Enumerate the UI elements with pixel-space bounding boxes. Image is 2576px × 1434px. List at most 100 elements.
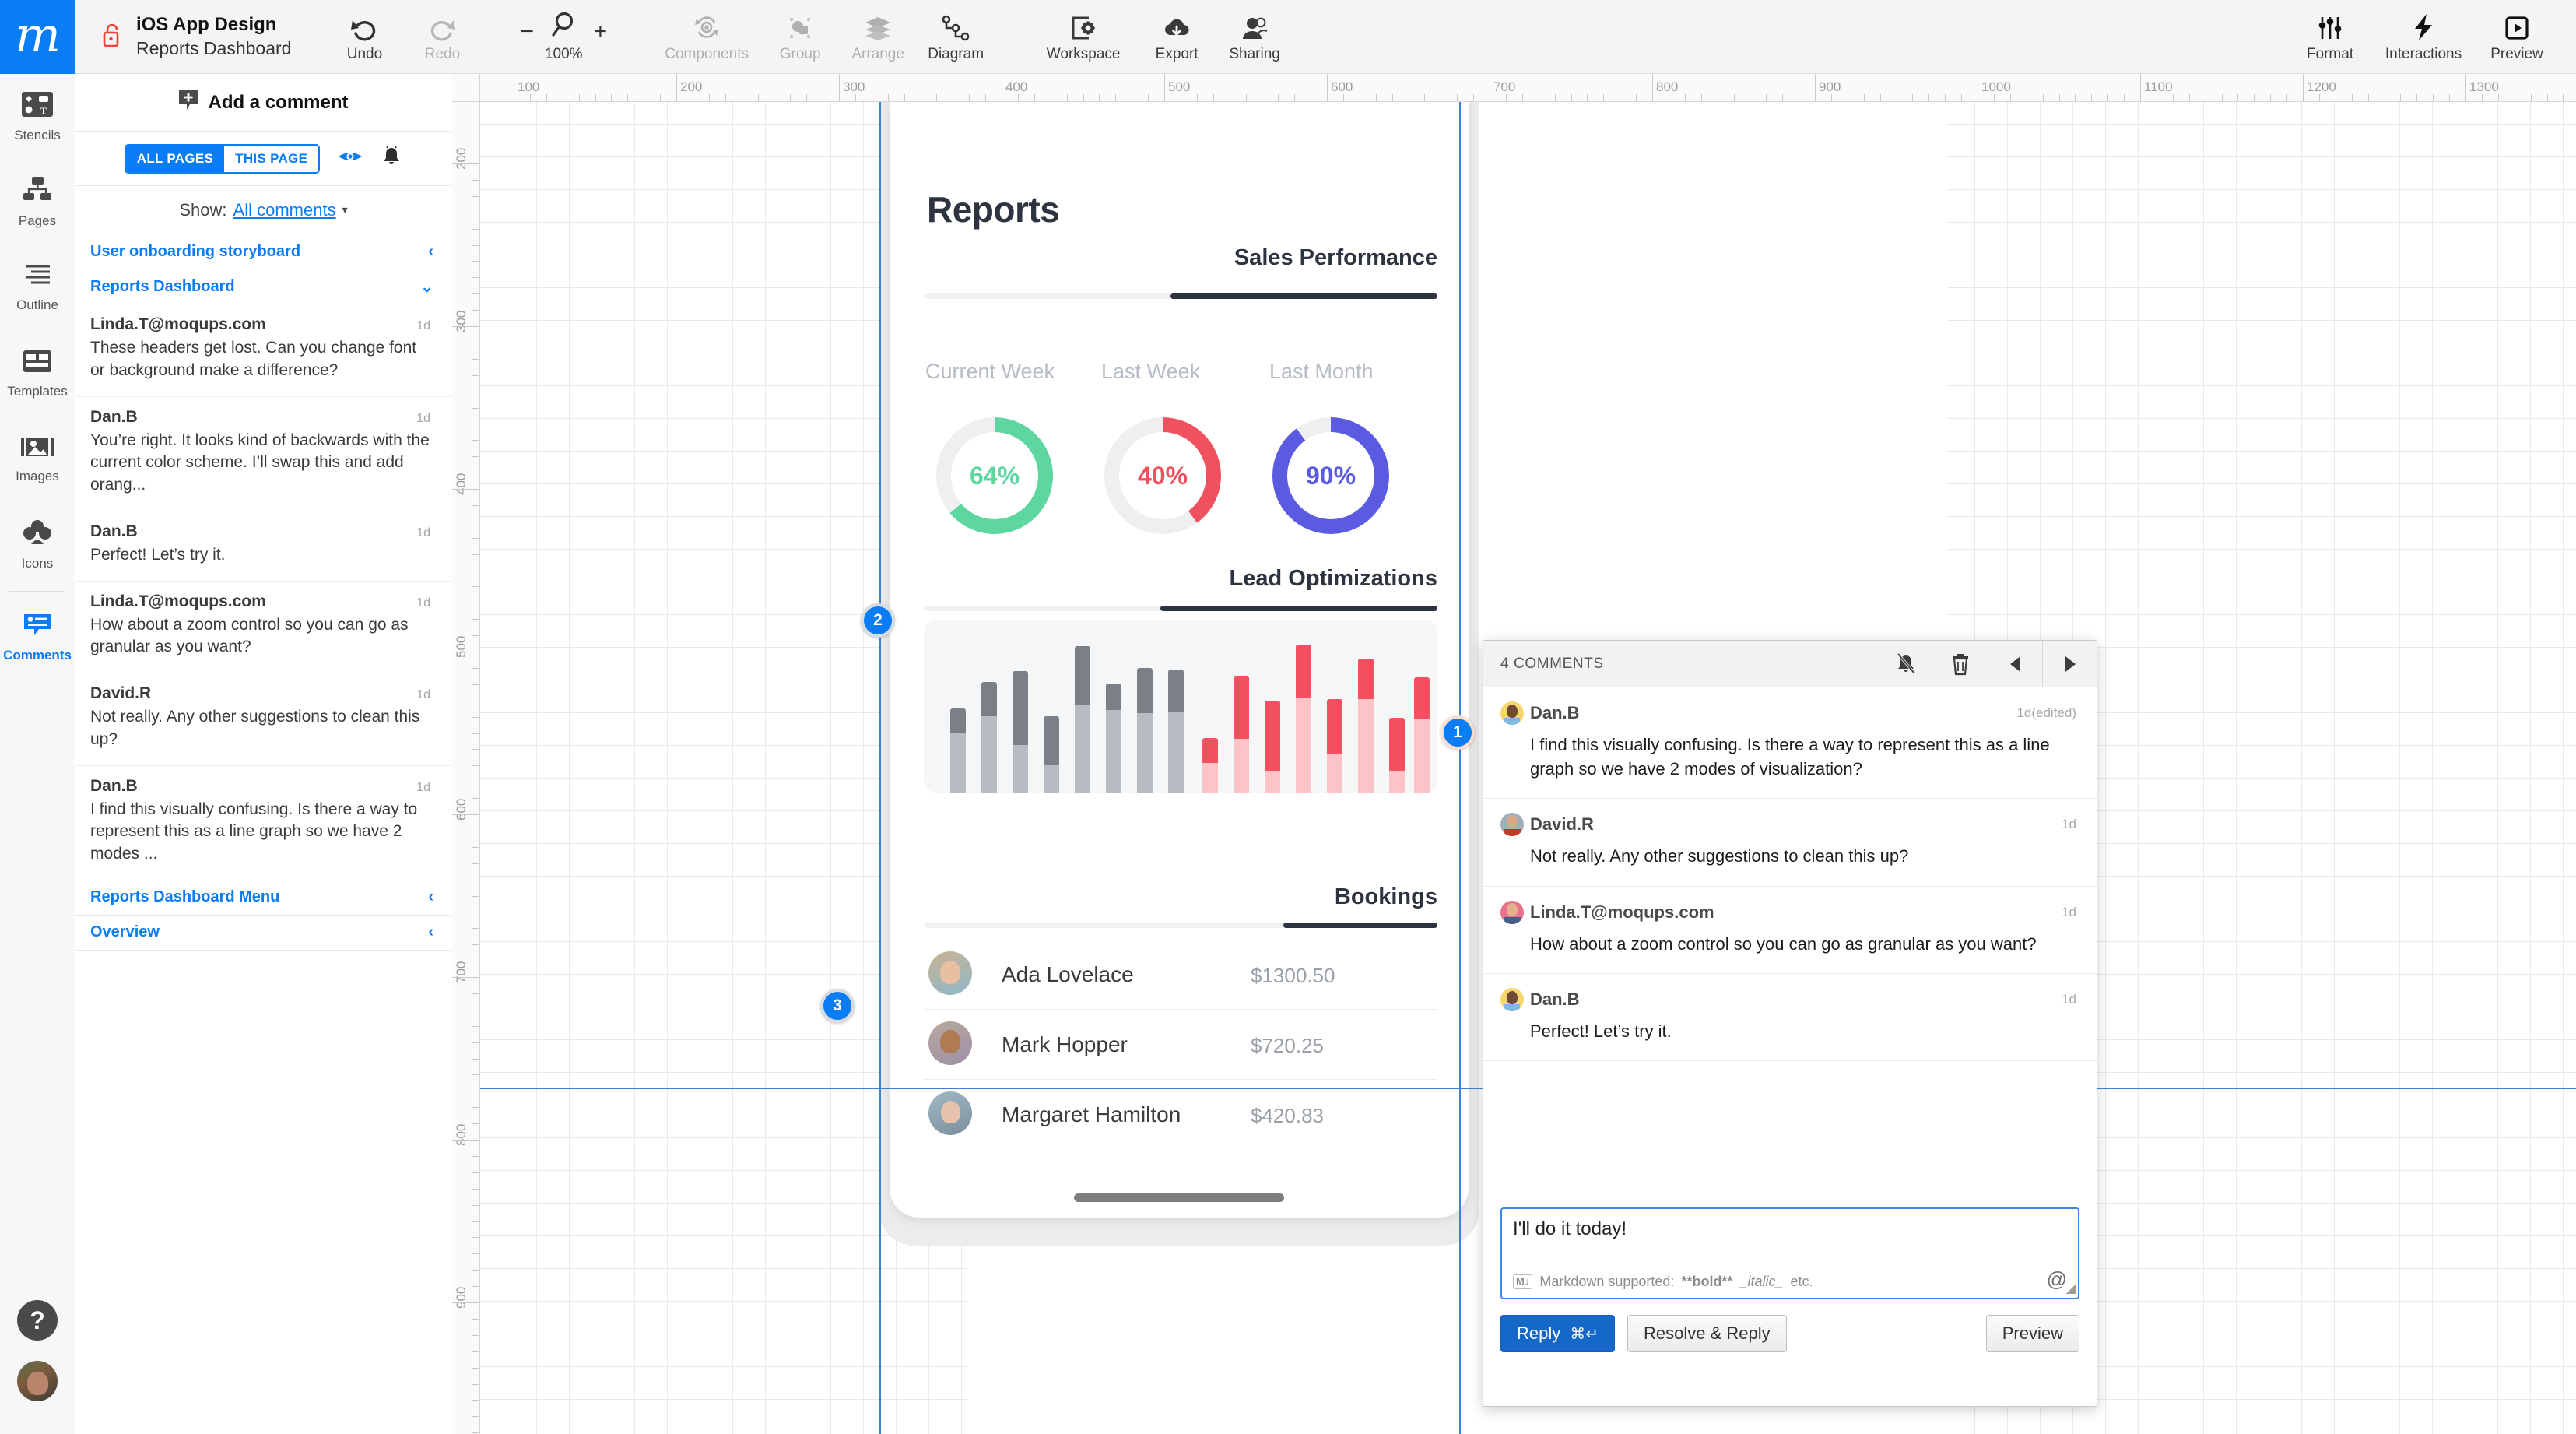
comment-group-reports-dashboard[interactable]: Reports Dashboard ⌄ bbox=[76, 269, 451, 304]
list-item[interactable]: Dan.B 1d I find this visually confusing.… bbox=[76, 766, 451, 880]
group-button[interactable]: Group bbox=[761, 0, 839, 73]
preview-play-icon bbox=[2504, 10, 2530, 41]
list-item[interactable]: David.R 1d Not really. Any other suggest… bbox=[76, 673, 451, 766]
sharing-people-icon bbox=[1240, 10, 1269, 41]
list-item[interactable]: Linda.T@moqups.com 1d These headers get … bbox=[76, 304, 451, 397]
avatar[interactable] bbox=[17, 1361, 58, 1401]
page-scope-toggle[interactable]: ALL PAGES THIS PAGE bbox=[125, 144, 320, 174]
donut-last-week: 40% bbox=[1104, 417, 1221, 534]
workspace-button[interactable]: Workspace bbox=[1029, 0, 1138, 73]
zoom-in-button[interactable]: + bbox=[583, 19, 619, 45]
list-item[interactable]: Linda.T@moqups.com 1d How about a zoom c… bbox=[76, 582, 451, 674]
thread-comment: Dan.B 1d(edited) I find this visually co… bbox=[1483, 687, 2097, 799]
bell-icon[interactable] bbox=[381, 145, 402, 172]
guide-left[interactable] bbox=[879, 102, 881, 1434]
moqups-logo[interactable]: m bbox=[0, 0, 75, 74]
preview-button[interactable]: Preview bbox=[2478, 10, 2556, 63]
ruler-minor-tick bbox=[1424, 94, 1425, 102]
ruler-major-tick bbox=[452, 489, 480, 490]
sidebar-item-comments[interactable]: Comments bbox=[0, 595, 75, 680]
ruler-label: 900 bbox=[454, 1287, 469, 1309]
zoom-out-button[interactable]: − bbox=[509, 19, 545, 45]
help-button[interactable]: ? bbox=[17, 1300, 58, 1341]
show-filter-value[interactable]: All comments bbox=[233, 200, 336, 220]
interactions-button[interactable]: Interactions bbox=[2369, 10, 2478, 63]
vertical-ruler[interactable]: 2003004005006007008009001000 bbox=[452, 102, 480, 1434]
guide-center[interactable] bbox=[1459, 102, 1461, 1434]
reply-input[interactable]: I'll do it today! M↓ Markdown supported:… bbox=[1500, 1207, 2079, 1299]
chevron-left-icon: ‹ bbox=[428, 888, 433, 906]
ruler-minor-tick bbox=[472, 928, 480, 929]
comment-group-user-onboarding[interactable]: User onboarding storyboard ‹ bbox=[76, 234, 451, 269]
ruler-label: 600 bbox=[454, 799, 469, 821]
ruler-minor-tick bbox=[472, 1253, 480, 1254]
comment-group-overview[interactable]: Overview ‹ bbox=[76, 916, 451, 951]
arrange-label: Arrange bbox=[851, 46, 904, 63]
resolve-and-reply-button[interactable]: Resolve & Reply bbox=[1627, 1315, 1787, 1352]
comment-pin-3[interactable]: 3 bbox=[820, 989, 855, 1023]
list-item[interactable]: Dan.B 1d You’re right. It looks kind of … bbox=[76, 397, 451, 511]
comment-group-label: Reports Dashboard bbox=[90, 278, 235, 296]
ruler-major-tick bbox=[676, 74, 677, 102]
page-name[interactable]: Reports Dashboard bbox=[136, 37, 291, 60]
ruler-minor-tick bbox=[1034, 94, 1035, 102]
export-button[interactable]: Export bbox=[1138, 0, 1216, 73]
reply-value[interactable]: I'll do it today! bbox=[1513, 1218, 1627, 1240]
bar bbox=[1389, 718, 1405, 793]
sidebar-item-icons[interactable]: Icons bbox=[0, 502, 75, 588]
reply-button[interactable]: Reply ⌘↵ bbox=[1500, 1315, 1615, 1352]
add-comment-button[interactable]: Add a comment bbox=[76, 74, 451, 132]
comment-author: Dan.B bbox=[90, 777, 138, 796]
bell-off-icon[interactable] bbox=[1879, 641, 1933, 687]
sidebar-item-pages[interactable]: Pages bbox=[0, 160, 75, 245]
chevron-down-icon[interactable]: ▾ bbox=[342, 203, 348, 216]
prev-arrow-icon[interactable] bbox=[1988, 641, 2042, 687]
table-row[interactable]: Margaret Hamilton $420.83 bbox=[924, 1079, 1437, 1151]
ruler-major-tick bbox=[2140, 74, 2141, 102]
unlock-icon[interactable] bbox=[102, 23, 122, 51]
table-row[interactable]: Mark Hopper $720.25 bbox=[924, 1009, 1437, 1081]
comment-pin-2[interactable]: 2 bbox=[861, 603, 895, 638]
toggle-this-page[interactable]: THIS PAGE bbox=[224, 146, 318, 172]
ruler-minor-tick bbox=[2400, 94, 2401, 102]
comment-pin-1[interactable]: 1 bbox=[1441, 715, 1475, 750]
trash-icon[interactable] bbox=[1933, 641, 1988, 687]
preview-button-popup[interactable]: Preview bbox=[1986, 1315, 2079, 1352]
redo-button[interactable]: Redo bbox=[403, 0, 481, 73]
zoom-level[interactable]: 100% bbox=[545, 46, 583, 63]
popup-header: 4 COMMENTS bbox=[1483, 641, 2097, 687]
ruler-minor-tick bbox=[1278, 94, 1279, 102]
top-toolbar: m iOS App Design Reports Dashboard Undo bbox=[0, 0, 2576, 74]
diagram-button[interactable]: Diagram bbox=[917, 0, 995, 73]
stencils-icon: T bbox=[20, 90, 54, 122]
at-icon[interactable]: @ bbox=[2047, 1267, 2067, 1292]
ruler-minor-tick bbox=[2075, 94, 2076, 102]
eye-icon[interactable] bbox=[337, 148, 363, 169]
ruler-minor-tick bbox=[472, 765, 480, 766]
sidebar-item-templates[interactable]: Templates bbox=[0, 331, 75, 416]
undo-button[interactable]: Undo bbox=[325, 0, 403, 73]
list-item[interactable]: Dan.B 1d Perfect! Let’s try it. bbox=[76, 511, 451, 582]
ruler-major-tick bbox=[452, 1302, 480, 1303]
document-title[interactable]: iOS App Design bbox=[136, 13, 291, 37]
ruler-minor-tick bbox=[472, 1286, 480, 1287]
zoom-magnifier-icon[interactable] bbox=[550, 11, 577, 44]
toggle-all-pages[interactable]: ALL PAGES bbox=[126, 146, 224, 172]
comment-group-reports-dashboard-menu[interactable]: Reports Dashboard Menu ‹ bbox=[76, 880, 451, 916]
resize-handle[interactable]: ◢ bbox=[2066, 1281, 2076, 1296]
next-arrow-icon[interactable] bbox=[2042, 641, 2097, 687]
comment-author: David.R bbox=[90, 684, 151, 703]
table-row[interactable]: Ada Lovelace $1300.50 bbox=[924, 939, 1437, 1010]
ruler-minor-tick bbox=[472, 619, 480, 620]
format-button[interactable]: Format bbox=[2291, 10, 2369, 63]
ruler-major-tick bbox=[1327, 74, 1328, 102]
sharing-button[interactable]: Sharing bbox=[1216, 0, 1293, 73]
arrange-button[interactable]: Arrange bbox=[839, 0, 917, 73]
sidebar-item-images[interactable]: Images bbox=[0, 416, 75, 502]
sidebar-item-outline[interactable]: Outline bbox=[0, 245, 75, 331]
comment-thread-popup[interactable]: 4 COMMENTS bbox=[1483, 640, 2097, 1407]
components-button[interactable]: Components bbox=[652, 0, 761, 73]
horizontal-ruler[interactable]: 1002003004005006007008009001000110012001… bbox=[452, 74, 2576, 102]
ruler-minor-tick bbox=[1473, 94, 1474, 102]
sidebar-item-stencils[interactable]: T Stencils bbox=[0, 74, 75, 160]
